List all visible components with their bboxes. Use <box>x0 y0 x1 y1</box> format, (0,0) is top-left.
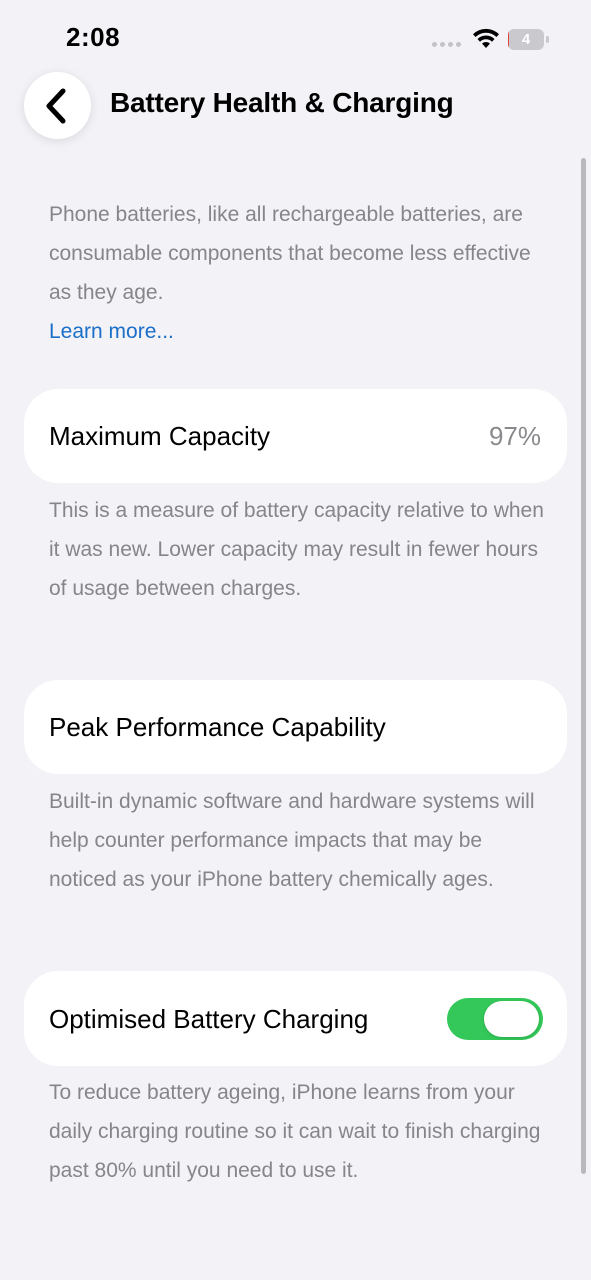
chevron-left-icon <box>46 88 66 124</box>
peak-performance-description: Built-in dynamic software and hardware s… <box>49 790 535 891</box>
optimised-charging-label: Optimised Battery Charging <box>49 1004 369 1034</box>
wifi-icon <box>473 28 499 48</box>
max-capacity-value: 97% <box>488 421 541 451</box>
optimised-charging-description: To reduce battery ageing, iPhone learns … <box>49 1081 541 1182</box>
battery-icon: 4 <box>508 29 550 50</box>
peak-performance-card: Peak Performance Capability <box>24 680 567 774</box>
peak-performance-label: Peak Performance Capability <box>49 712 386 742</box>
optimised-charging-card: Optimised Battery Charging <box>24 971 567 1066</box>
intro-text: Phone batteries, like all rechargeable b… <box>49 203 531 304</box>
status-bar: 2:08 4 <box>0 0 591 80</box>
toggle-knob <box>484 1001 539 1037</box>
max-capacity-card: Maximum Capacity 97% <box>24 389 567 483</box>
learn-more-link[interactable]: Learn more... <box>49 312 174 351</box>
status-time: 2:08 <box>66 22 121 52</box>
back-button[interactable] <box>24 72 91 139</box>
max-capacity-description: This is a measure of battery capacity re… <box>49 499 544 600</box>
battery-level: 4 <box>521 31 531 48</box>
page-title: Battery Health & Charging <box>110 87 454 118</box>
max-capacity-label: Maximum Capacity <box>49 421 271 451</box>
signal-dots-icon <box>432 42 461 47</box>
optimised-charging-toggle[interactable] <box>447 998 543 1040</box>
scrollbar[interactable] <box>581 158 586 1174</box>
